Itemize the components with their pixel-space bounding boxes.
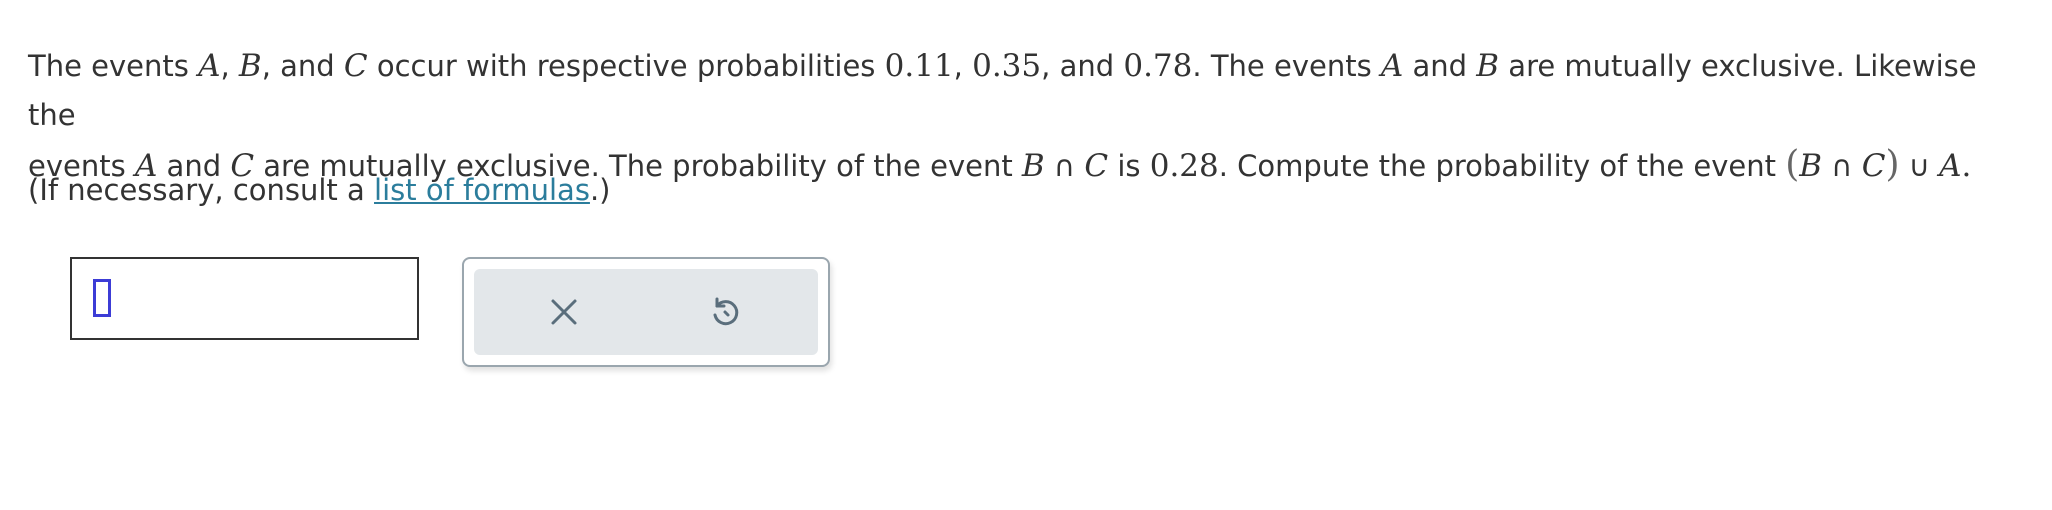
math-var-a: A (1380, 48, 1404, 84)
text-cursor (93, 279, 111, 317)
text: and (1403, 49, 1477, 83)
text: is (1108, 149, 1150, 183)
left-paren: ( (1785, 144, 1800, 185)
problem-line-1: The events A, B, and C occur with respec… (28, 42, 2018, 140)
math-var-c: C (1084, 148, 1109, 184)
math-var-b: B (1021, 148, 1045, 184)
text: . (1961, 148, 1972, 184)
text: The events (28, 49, 199, 83)
math-var-a: A (198, 48, 221, 84)
text: (If necessary, consult a (28, 173, 375, 207)
text: . The events (1192, 49, 1381, 83)
text: occur with respective probabilities (367, 49, 885, 83)
clear-button[interactable] (541, 289, 587, 335)
undo-button[interactable] (702, 289, 748, 335)
formula-hint: (If necessary, consult a list of formula… (28, 166, 610, 215)
text: .) (589, 173, 611, 207)
text: , (220, 49, 239, 83)
text: . Compute the probability of the event (1218, 149, 1786, 183)
text: , and (1041, 49, 1124, 83)
prob-c-value: 0.78 (1123, 48, 1193, 84)
math-var-b: B (1799, 148, 1823, 184)
math-var-a: A (1939, 148, 1962, 184)
math-var-b: B (238, 48, 262, 84)
intersection-symbol: ∩ (1053, 149, 1076, 183)
answer-tools-panel (462, 257, 830, 367)
list-of-formulas-link[interactable]: list of formulas (374, 173, 590, 207)
answer-tools-bar (474, 269, 818, 355)
answer-input[interactable] (70, 257, 419, 340)
math-var-b: B (1476, 48, 1500, 84)
math-var-c: C (1861, 148, 1886, 184)
prob-a-value: 0.11 (884, 48, 954, 84)
union-symbol: ∪ (1908, 149, 1930, 183)
undo-icon (713, 297, 739, 326)
prob-b-value: 0.35 (972, 48, 1042, 84)
intersection-symbol: ∩ (1831, 149, 1853, 183)
math-var-c: C (343, 48, 368, 84)
prob-bc-value: 0.28 (1149, 148, 1219, 184)
text: , (953, 49, 973, 83)
right-paren: ) (1885, 144, 1900, 185)
text: , and (261, 49, 344, 83)
x-icon (551, 299, 577, 325)
